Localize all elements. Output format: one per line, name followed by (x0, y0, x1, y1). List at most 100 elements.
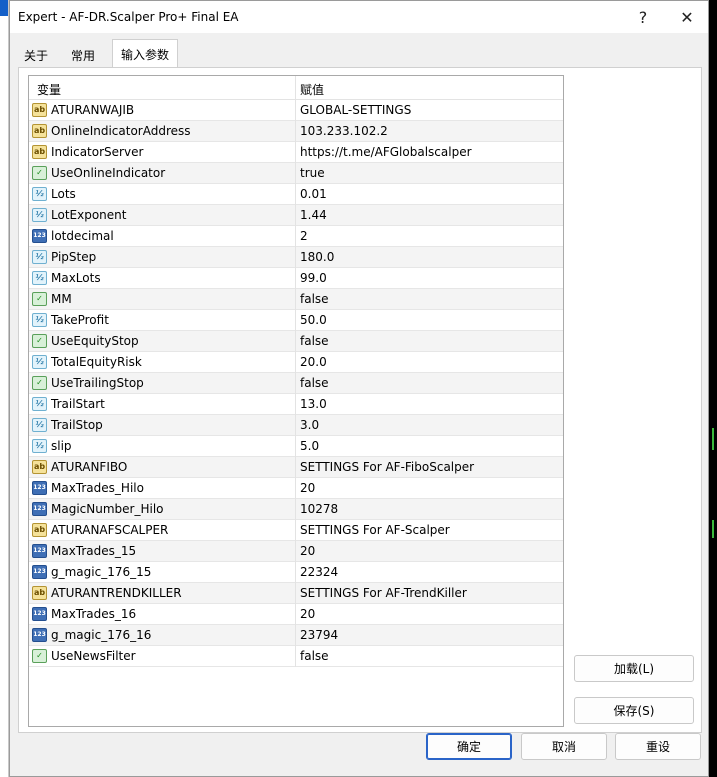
param-name: lotdecimal (51, 229, 114, 243)
param-value[interactable]: 180.0 (300, 250, 334, 264)
table-row[interactable]: ½ TakeProfit 50.0 (29, 310, 563, 331)
table-row[interactable]: ½ TrailStop 3.0 (29, 415, 563, 436)
table-row[interactable]: ½ TotalEquityRisk 20.0 (29, 352, 563, 373)
param-value[interactable]: 0.01 (300, 187, 327, 201)
table-row[interactable]: ✓ UseTrailingStop false (29, 373, 563, 394)
table-row[interactable]: ab ATURANWAJIB GLOBAL-SETTINGS (29, 100, 563, 121)
param-value[interactable]: SETTINGS For AF-TrendKiller (300, 586, 467, 600)
param-value[interactable]: SETTINGS For AF-Scalper (300, 523, 450, 537)
param-type-icon: ✓ (32, 334, 47, 348)
cancel-button[interactable]: 取消 (521, 733, 607, 760)
table-row[interactable]: 123 MaxTrades_15 20 (29, 541, 563, 562)
param-value[interactable]: 3.0 (300, 418, 319, 432)
param-value[interactable]: 5.0 (300, 439, 319, 453)
param-value[interactable]: 13.0 (300, 397, 327, 411)
table-row[interactable]: ab ATURANFIBO SETTINGS For AF-FiboScalper (29, 457, 563, 478)
table-row[interactable]: 123 g_magic_176_15 22324 (29, 562, 563, 583)
param-name: MM (51, 292, 72, 306)
param-name: ATURANTRENDKILLER (51, 586, 182, 600)
table-row[interactable]: ½ PipStep 180.0 (29, 247, 563, 268)
tab-strip: 关于 常用 输入参数 (10, 39, 708, 67)
param-name: slip (51, 439, 72, 453)
ok-button[interactable]: 确定 (426, 733, 512, 760)
param-type-icon: ✓ (32, 376, 47, 390)
param-value[interactable]: SETTINGS For AF-FiboScalper (300, 460, 474, 474)
param-value[interactable]: 99.0 (300, 271, 327, 285)
reset-button[interactable]: 重设 (615, 733, 701, 760)
param-type-icon: ab (32, 460, 47, 474)
column-header-value[interactable]: 赋值 (300, 81, 324, 98)
param-value[interactable]: 22324 (300, 565, 338, 579)
tab-common[interactable]: 常用 (63, 41, 103, 67)
param-value[interactable]: 103.233.102.2 (300, 124, 388, 138)
parameters-grid: 变量 赋值 ab ATURANWAJIB GLOBAL-SETTINGS ab Onli… (28, 75, 564, 727)
param-name: PipStep (51, 250, 97, 264)
param-type-icon: ab (32, 523, 47, 537)
table-row[interactable]: 123 MaxTrades_Hilo 20 (29, 478, 563, 499)
table-row[interactable]: ½ LotExponent 1.44 (29, 205, 563, 226)
param-value[interactable]: 1.44 (300, 208, 327, 222)
help-icon[interactable]: ? (631, 5, 655, 29)
param-value[interactable]: false (300, 376, 329, 390)
table-row[interactable]: ✓ MM false (29, 289, 563, 310)
param-value[interactable]: 23794 (300, 628, 338, 642)
param-type-icon: 123 (32, 628, 47, 642)
table-row[interactable]: ab IndicatorServer https://t.me/AFGlobalsc… (29, 142, 563, 163)
param-value[interactable]: 20.0 (300, 355, 327, 369)
param-value[interactable]: GLOBAL-SETTINGS (300, 103, 411, 117)
param-type-icon: ½ (32, 250, 47, 264)
load-button[interactable]: 加载(L) (574, 655, 694, 682)
param-name: MagicNumber_Hilo (51, 502, 164, 516)
table-row[interactable]: ab OnlineIndicatorAddress 103.233.102.2 (29, 121, 563, 142)
param-type-icon: ½ (32, 208, 47, 222)
close-icon[interactable]: ✕ (675, 5, 699, 29)
param-value[interactable]: 2 (300, 229, 308, 243)
background-chart-strip (0, 0, 9, 777)
param-value[interactable]: 20 (300, 607, 315, 621)
table-row[interactable]: ab ATURANTRENDKILLER SETTINGS For AF-Trend… (29, 583, 563, 604)
table-row[interactable]: ½ TrailStart 13.0 (29, 394, 563, 415)
param-type-icon: ½ (32, 418, 47, 432)
param-name: MaxTrades_16 (51, 607, 137, 621)
param-name: MaxTrades_15 (51, 544, 137, 558)
table-row[interactable]: 123 lotdecimal 2 (29, 226, 563, 247)
param-type-icon: ½ (32, 271, 47, 285)
param-type-icon: ✓ (32, 166, 47, 180)
param-name: TrailStart (51, 397, 105, 411)
table-row[interactable]: ½ MaxLots 99.0 (29, 268, 563, 289)
param-type-icon: ab (32, 145, 47, 159)
save-button[interactable]: 保存(S) (574, 697, 694, 724)
tab-about[interactable]: 关于 (16, 41, 56, 67)
param-value[interactable]: true (300, 166, 325, 180)
column-header-variable[interactable]: 变量 (37, 81, 61, 98)
param-value[interactable]: https://t.me/AFGlobalscalper (300, 145, 472, 159)
table-row[interactable]: 123 MaxTrades_16 20 (29, 604, 563, 625)
param-value[interactable]: false (300, 292, 329, 306)
param-name: UseTrailingStop (51, 376, 144, 390)
param-value[interactable]: 50.0 (300, 313, 327, 327)
param-name: TrailStop (51, 418, 103, 432)
table-row[interactable]: 123 g_magic_176_16 23794 (29, 625, 563, 646)
table-row[interactable]: ✓ UseEquityStop false (29, 331, 563, 352)
param-name: ATURANWAJIB (51, 103, 135, 117)
param-value[interactable]: false (300, 334, 329, 348)
tab-inputs[interactable]: 输入参数 (112, 39, 179, 67)
param-value[interactable]: 20 (300, 481, 315, 495)
param-type-icon: 123 (32, 502, 47, 516)
param-name: LotExponent (51, 208, 127, 222)
param-value[interactable]: 10278 (300, 502, 338, 516)
inputs-panel: 变量 赋值 ab ATURANWAJIB GLOBAL-SETTINGS ab Onli… (18, 67, 702, 733)
table-row[interactable]: ✓ UseNewsFilter false (29, 646, 563, 667)
param-name: MaxLots (51, 271, 101, 285)
param-value[interactable]: 20 (300, 544, 315, 558)
table-row[interactable]: 123 MagicNumber_Hilo 10278 (29, 499, 563, 520)
table-row[interactable]: ½ slip 5.0 (29, 436, 563, 457)
param-type-icon: ½ (32, 313, 47, 327)
param-value[interactable]: false (300, 649, 329, 663)
param-name: TakeProfit (51, 313, 109, 327)
table-row[interactable]: ✓ UseOnlineIndicator true (29, 163, 563, 184)
table-row[interactable]: ab ATURANAFSCALPER SETTINGS For AF-Scalper (29, 520, 563, 541)
table-row[interactable]: ½ Lots 0.01 (29, 184, 563, 205)
param-name: g_magic_176_16 (51, 628, 152, 642)
param-name: UseEquityStop (51, 334, 139, 348)
